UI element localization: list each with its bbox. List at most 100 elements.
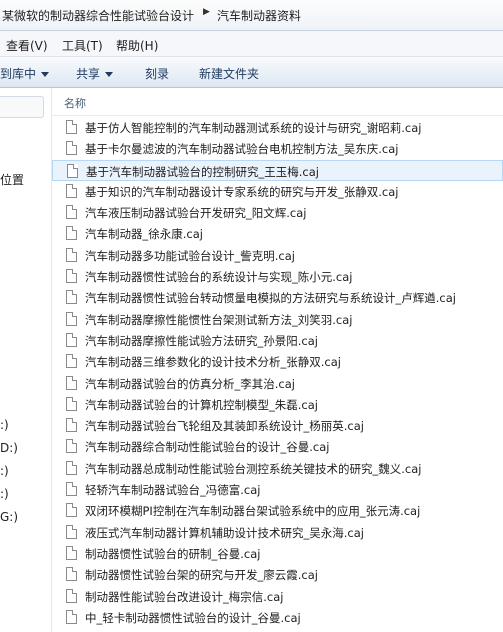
- chevron-down-icon: [41, 72, 50, 77]
- file-row[interactable]: 双闭环模糊PI控制在汽车制动器台架试验系统中的应用_张元涛.caj: [52, 500, 503, 521]
- file-name: 汽车制动器惯性试验台转动惯量电模拟的方法研究与系统设计_卢辉遒.caj: [85, 291, 456, 306]
- share-button[interactable]: 共享: [76, 65, 114, 82]
- nav-drive-item[interactable]: G:): [0, 510, 18, 524]
- file-name: 基于汽车制动器试验台的控制研究_王玉梅.caj: [86, 164, 319, 179]
- breadcrumb-parent[interactable]: 某微软的制动器综合性能试验台设计: [2, 7, 194, 24]
- file-row[interactable]: 制动器性能试验台改进设计_梅宗信.caj: [52, 586, 503, 607]
- command-toolbar: 到库中 共享 刻录 新建文件夹: [0, 57, 503, 88]
- document-icon: [66, 205, 77, 220]
- file-row[interactable]: 汽车制动器试验台的计算机控制模型_朱磊.caj: [52, 394, 503, 415]
- column-header-name[interactable]: 名称: [52, 88, 503, 116]
- file-row[interactable]: 轻轿汽车制动器试验台_冯德富.caj: [52, 479, 503, 500]
- file-name: 制动器惯性试验台的研制_谷曼.caj: [85, 546, 261, 561]
- file-row[interactable]: 汽车制动器三维参数化的设计技术分析_张静双.caj: [52, 351, 503, 372]
- file-name: 汽车液压制动器试验台开发研究_阳文辉.caj: [85, 206, 307, 221]
- document-icon: [66, 439, 77, 454]
- file-name: 中_轻卡制动器惯性试验台的设计_谷曼.caj: [85, 610, 301, 625]
- menu-view[interactable]: 查看(V): [6, 37, 48, 54]
- document-icon: [66, 418, 77, 433]
- file-row[interactable]: 汽车制动器试验台的仿真分析_李其治.caj: [52, 373, 503, 394]
- document-icon: [67, 163, 78, 178]
- file-row[interactable]: 中_轻卡制动器惯性试验台的设计_谷曼.caj: [52, 607, 503, 628]
- navigation-pane: 位置 :) D:) :) :) G:): [0, 88, 52, 632]
- file-row[interactable]: 基于知识的汽车制动器设计专家系统的研究与开发_张静双.caj: [52, 181, 503, 202]
- file-list-pane: 名称 基于仿人智能控制的汽车制动器测试系统的设计与研究_谢昭莉.caj 基于卡尔曼…: [52, 88, 503, 632]
- file-name: 汽车制动器综合制动性能试验台的设计_谷曼.caj: [85, 440, 330, 455]
- file-row[interactable]: 汽车制动器综合制动性能试验台的设计_谷曼.caj: [52, 436, 503, 457]
- document-icon: [66, 120, 77, 134]
- document-icon: [66, 482, 77, 497]
- file-name: 基于卡尔曼滤波的汽车制动器试验台电机控制方法_吴东庆.caj: [85, 142, 399, 157]
- file-row[interactable]: 汽车制动器惯性试验台的系统设计与实现_陈小元.caj: [52, 266, 503, 287]
- file-row[interactable]: 制动器惯性试验台的研制_谷曼.caj: [52, 543, 503, 564]
- file-row[interactable]: 液压式汽车制动器计算机辅助设计技术研究_吴永海.caj: [52, 522, 503, 543]
- file-row[interactable]: 汽车制动器摩擦性能惯性台架测试新方法_刘笑羽.caj: [52, 309, 503, 330]
- new-folder-button[interactable]: 新建文件夹: [199, 65, 259, 82]
- file-row[interactable]: 汽车制动器多功能试验台设计_訾克明.caj: [52, 245, 503, 266]
- file-list: 基于仿人智能控制的汽车制动器测试系统的设计与研究_谢昭莉.caj 基于卡尔曼滤波的…: [52, 117, 503, 628]
- file-name: 汽车制动器摩擦性能惯性台架测试新方法_刘笑羽.caj: [85, 312, 353, 327]
- file-name: 基于仿人智能控制的汽车制动器测试系统的设计与研究_谢昭莉.caj: [85, 121, 422, 135]
- file-name: 汽车制动器总成制动性能试验台测控系统关键技术的研究_魏义.caj: [85, 461, 422, 476]
- file-name: 汽车制动器多功能试验台设计_訾克明.caj: [85, 248, 295, 263]
- file-name: 汽车制动器摩擦性能试验方法研究_孙景阳.caj: [85, 333, 318, 348]
- file-row[interactable]: 基于仿人智能控制的汽车制动器测试系统的设计与研究_谢昭莉.caj: [52, 117, 503, 138]
- file-row[interactable]: 汽车制动器总成制动性能试验台测控系统关键技术的研究_魏义.caj: [52, 458, 503, 479]
- document-icon: [66, 269, 77, 284]
- share-label: 共享: [76, 67, 101, 81]
- burn-button[interactable]: 刻录: [145, 65, 169, 82]
- file-name: 制动器惯性试验台架的研究与开发_廖云霞.caj: [85, 568, 318, 583]
- file-name: 汽车制动器试验台的仿真分析_李其治.caj: [85, 376, 295, 391]
- file-row[interactable]: 汽车制动器摩擦性能试验方法研究_孙景阳.caj: [52, 330, 503, 351]
- menu-tools[interactable]: 工具(T): [62, 37, 103, 54]
- document-icon: [66, 588, 77, 603]
- nav-drive-item[interactable]: :): [0, 487, 9, 501]
- file-name: 基于知识的汽车制动器设计专家系统的研究与开发_张静双.caj: [85, 184, 399, 199]
- document-icon: [66, 247, 77, 262]
- file-row[interactable]: 基于汽车制动器试验台的控制研究_王玉梅.caj: [52, 159, 503, 181]
- document-icon: [66, 290, 77, 305]
- nav-drive-item[interactable]: :): [0, 418, 9, 432]
- nav-drive-item[interactable]: D:): [0, 441, 18, 455]
- document-icon: [66, 375, 77, 390]
- address-bar[interactable]: 某微软的制动器综合性能试验台设计 ▶ 汽车制动器资料: [0, 0, 503, 31]
- file-name: 液压式汽车制动器计算机辅助设计技术研究_吴永海.caj: [85, 525, 364, 540]
- document-icon: [66, 396, 77, 411]
- nav-item-location[interactable]: 位置: [0, 171, 24, 188]
- document-icon: [66, 226, 77, 241]
- nav-drive-item[interactable]: :): [0, 464, 9, 478]
- file-row[interactable]: 汽车制动器试验台飞轮组及其装卸系统设计_杨丽英.caj: [52, 415, 503, 436]
- menu-help[interactable]: 帮助(H): [116, 37, 158, 54]
- file-row[interactable]: 制动器惯性试验台架的研究与开发_廖云霞.caj: [52, 564, 503, 585]
- document-icon: [66, 609, 77, 624]
- document-icon: [66, 524, 77, 539]
- document-icon: [66, 567, 77, 582]
- file-row[interactable]: 汽车液压制动器试验台开发研究_阳文辉.caj: [52, 202, 503, 223]
- file-row[interactable]: 汽车制动器_徐永康.caj: [52, 223, 503, 244]
- file-name: 汽车制动器试验台的计算机控制模型_朱磊.caj: [85, 397, 318, 412]
- file-name: 双闭环模糊PI控制在汽车制动器台架试验系统中的应用_张元涛.caj: [85, 504, 421, 519]
- file-row[interactable]: 基于卡尔曼滤波的汽车制动器试验台电机控制方法_吴东庆.caj: [52, 138, 503, 159]
- document-icon: [66, 503, 77, 518]
- document-icon: [66, 311, 77, 326]
- file-row[interactable]: 汽车制动器惯性试验台转动惯量电模拟的方法研究与系统设计_卢辉遒.caj: [52, 287, 503, 308]
- file-name: 制动器性能试验台改进设计_梅宗信.caj: [85, 589, 284, 604]
- nav-favorites-item[interactable]: [0, 96, 44, 118]
- document-icon: [66, 545, 77, 560]
- file-name: 汽车制动器_徐永康.caj: [85, 227, 203, 242]
- breadcrumb-current[interactable]: 汽车制动器资料: [217, 7, 301, 24]
- include-in-library-label: 到库中: [0, 67, 37, 81]
- document-icon: [66, 460, 77, 475]
- column-header-label: 名称: [64, 97, 86, 110]
- document-icon: [66, 332, 77, 347]
- document-icon: [66, 141, 77, 156]
- include-in-library-button[interactable]: 到库中: [0, 65, 50, 82]
- chevron-down-icon: [105, 72, 114, 77]
- file-name: 汽车制动器三维参数化的设计技术分析_张静双.caj: [85, 355, 341, 370]
- document-icon: [66, 183, 77, 198]
- document-icon: [66, 354, 77, 369]
- breadcrumb-arrow-icon[interactable]: ▶: [203, 7, 210, 17]
- file-name: 汽车制动器惯性试验台的系统设计与实现_陈小元.caj: [85, 270, 353, 285]
- file-name: 汽车制动器试验台飞轮组及其装卸系统设计_杨丽英.caj: [85, 419, 364, 434]
- menu-bar: 查看(V) 工具(T) 帮助(H): [0, 31, 503, 57]
